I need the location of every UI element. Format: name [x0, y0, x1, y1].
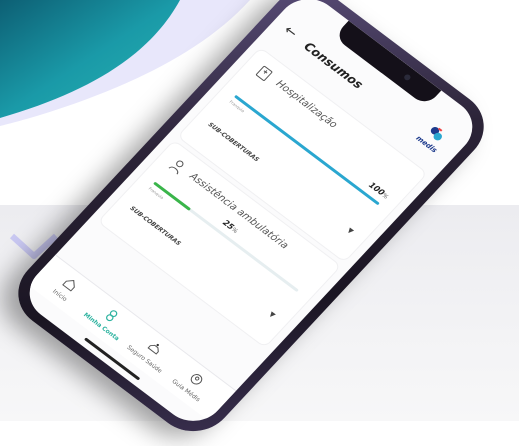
- medis-logo-icon: medis: [410, 118, 455, 158]
- home-icon: [62, 279, 75, 292]
- camera-icon: [402, 73, 412, 82]
- phone-device: ← Consumos medis Hospitalização 100% Fra…: [1, 0, 501, 446]
- map-pin-icon: [190, 374, 203, 385]
- doctor-icon: [168, 160, 184, 175]
- phone-mockup: ← Consumos medis Hospitalização 100% Fra…: [0, 0, 519, 446]
- caret-down-icon: ▼: [345, 226, 356, 236]
- sub-coverages-label: SUB-COBERTURAS: [206, 121, 261, 164]
- caret-down-icon: ▼: [267, 310, 277, 320]
- health-insurance-icon: [147, 343, 159, 355]
- hospital-bed-icon: [255, 65, 273, 81]
- percent-sign: %: [380, 192, 390, 201]
- sub-coverages-label: SUB-COBERTURAS: [128, 205, 183, 248]
- account-icon: [105, 310, 118, 322]
- arrow-left-icon[interactable]: ←: [280, 22, 300, 41]
